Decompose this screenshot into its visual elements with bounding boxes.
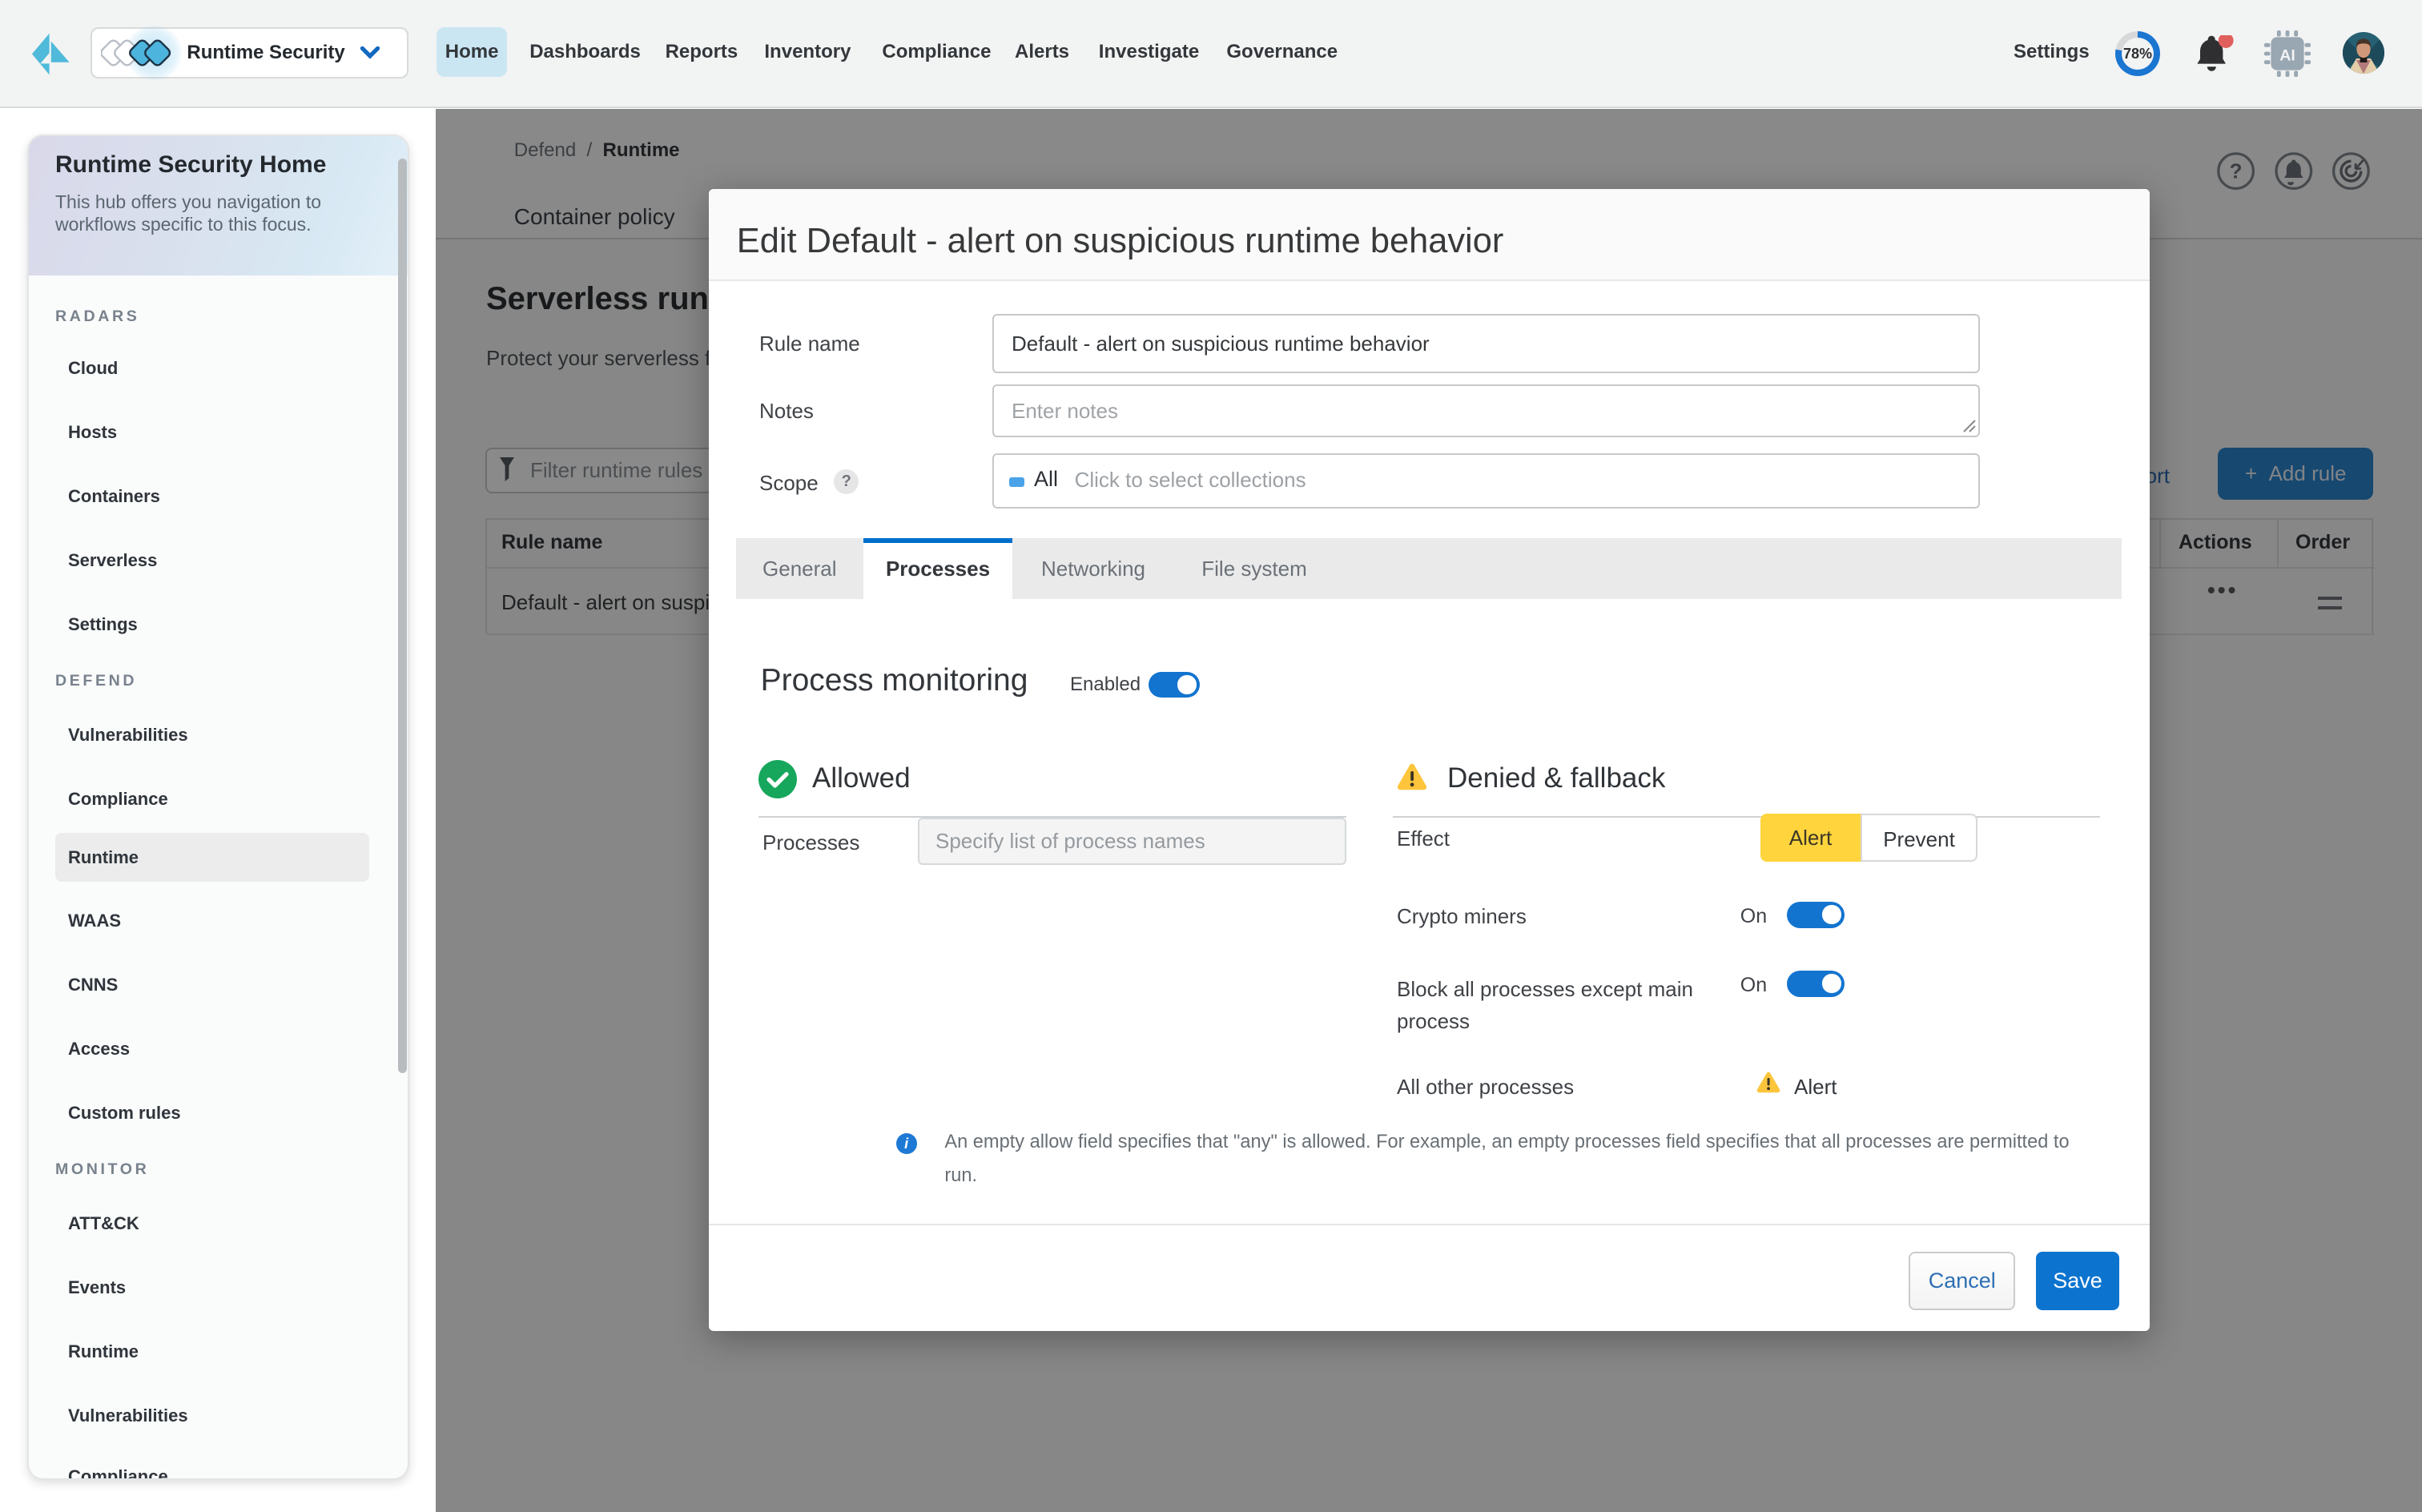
svg-text:AI: AI bbox=[2279, 46, 2295, 64]
